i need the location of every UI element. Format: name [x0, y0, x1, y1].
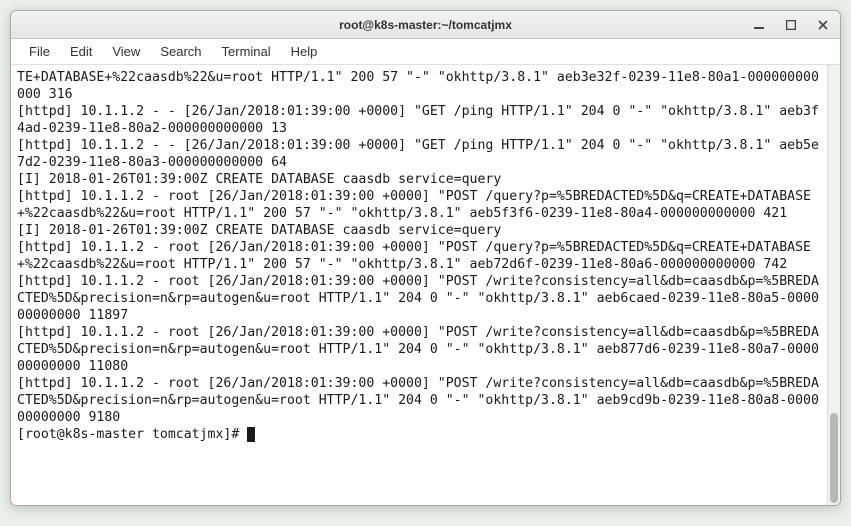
terminal-area: TE+DATABASE+%22caasdb%22&u=root HTTP/1.1…: [11, 65, 840, 505]
terminal-output[interactable]: TE+DATABASE+%22caasdb%22&u=root HTTP/1.1…: [11, 65, 827, 505]
scrollbar-thumb[interactable]: [830, 413, 838, 503]
window-controls: [748, 16, 834, 34]
menu-terminal[interactable]: Terminal: [212, 41, 281, 62]
titlebar: root@k8s-master:~/tomcatjmx: [11, 11, 840, 39]
scrollbar[interactable]: [827, 65, 840, 505]
menu-edit[interactable]: Edit: [60, 41, 102, 62]
maximize-icon: [786, 20, 796, 30]
prompt: [root@k8s-master tomcatjmx]#: [17, 427, 247, 442]
terminal-window: root@k8s-master:~/tomcatjmx File Edit Vi…: [10, 10, 841, 506]
close-button[interactable]: [812, 16, 834, 34]
menu-file[interactable]: File: [19, 41, 60, 62]
menu-view[interactable]: View: [102, 41, 150, 62]
menu-help[interactable]: Help: [281, 41, 328, 62]
menubar: File Edit View Search Terminal Help: [11, 39, 840, 65]
minimize-button[interactable]: [748, 16, 770, 34]
window-title: root@k8s-master:~/tomcatjmx: [11, 18, 840, 32]
close-icon: [818, 20, 828, 30]
maximize-button[interactable]: [780, 16, 802, 34]
minimize-icon: [754, 20, 764, 30]
cursor: [247, 427, 255, 442]
menu-search[interactable]: Search: [150, 41, 211, 62]
